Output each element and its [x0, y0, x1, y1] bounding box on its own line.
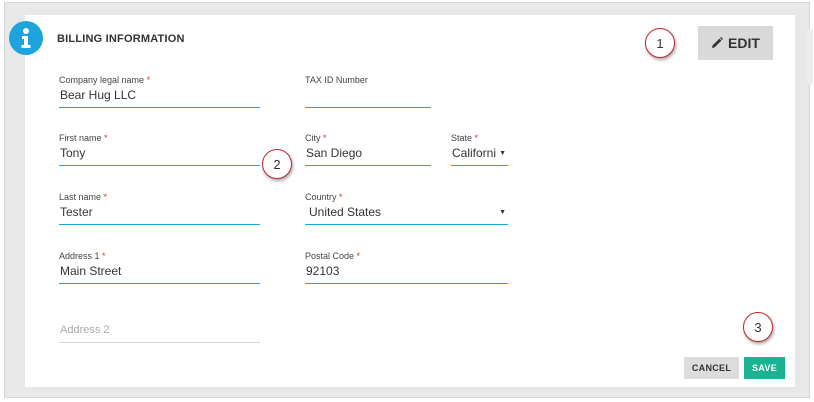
city-label: City * — [305, 133, 327, 143]
company-name-label: Company legal name * — [59, 75, 151, 85]
first-name-label: First name * — [59, 133, 108, 143]
last-name-input[interactable]: Tester — [59, 203, 260, 221]
address1-label: Address 1 * — [59, 251, 106, 261]
edit-button[interactable]: EDIT — [698, 26, 773, 60]
chevron-down-icon: ▼ — [499, 208, 506, 216]
callout-3: 3 — [743, 312, 773, 342]
state-underline — [451, 165, 508, 166]
edit-button-label: EDIT — [728, 35, 760, 51]
tax-id-underline — [305, 107, 431, 108]
postal-code-field[interactable]: Postal Code * 92103 — [305, 250, 508, 284]
state-value: Californi — [452, 146, 497, 160]
page-title: BILLING INFORMATION — [57, 33, 185, 45]
company-name-input[interactable]: Bear Hug LLC — [59, 86, 260, 104]
address1-input[interactable]: Main Street — [59, 262, 260, 280]
address2-underline — [59, 342, 260, 343]
save-button[interactable]: SAVE — [744, 357, 785, 379]
pencil-icon — [712, 37, 724, 48]
country-label: Country * — [305, 192, 343, 202]
postal-code-underline — [305, 283, 508, 284]
country-underline — [305, 224, 508, 225]
country-value: United States — [309, 205, 382, 219]
country-select[interactable]: Country * United States ▼ — [305, 191, 508, 225]
last-name-label: Last name * — [59, 192, 108, 202]
state-label: State * — [451, 133, 479, 143]
postal-code-input[interactable]: 92103 — [305, 262, 508, 280]
scrollbar[interactable] — [807, 29, 813, 85]
callout-2: 2 — [262, 149, 292, 179]
state-select[interactable]: State * Californi ▼ — [451, 132, 508, 166]
city-field[interactable]: City * San Diego — [305, 132, 431, 166]
postal-code-label: Postal Code * — [305, 251, 361, 261]
last-name-underline — [59, 224, 260, 225]
last-name-field[interactable]: Last name * Tester — [59, 191, 260, 225]
address2-field[interactable]: Address 2 — [59, 321, 260, 343]
tax-id-label: TAX ID Number — [305, 75, 368, 85]
address2-input[interactable]: Address 2 — [59, 321, 260, 339]
address1-underline — [59, 283, 260, 284]
city-underline — [305, 165, 431, 166]
info-icon — [9, 21, 43, 55]
first-name-input[interactable]: Tony — [59, 144, 260, 162]
cancel-button[interactable]: CANCEL — [684, 357, 739, 379]
company-name-field[interactable]: Company legal name * Bear Hug LLC — [59, 74, 260, 108]
company-name-underline — [59, 107, 260, 108]
address1-field[interactable]: Address 1 * Main Street — [59, 250, 260, 284]
callout-1: 1 — [645, 28, 675, 58]
tax-id-field[interactable]: TAX ID Number — [305, 74, 431, 108]
first-name-underline — [59, 165, 260, 166]
chevron-down-icon: ▼ — [499, 149, 506, 157]
first-name-field[interactable]: First name * Tony — [59, 132, 260, 166]
tax-id-input[interactable] — [305, 86, 431, 104]
city-input[interactable]: San Diego — [305, 144, 431, 162]
